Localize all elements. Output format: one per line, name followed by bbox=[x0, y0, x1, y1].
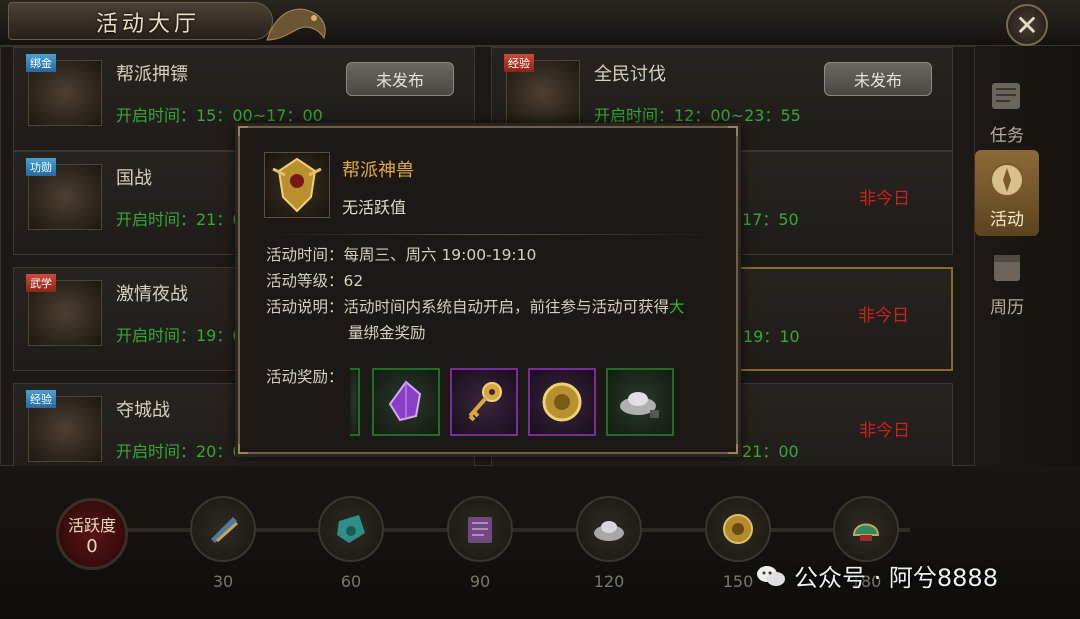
frame-corner bbox=[728, 444, 738, 454]
popup-time-row: 活动时间：每周三、周六 19:00-19:10 bbox=[266, 242, 536, 268]
sidebar: 任务 活动 周历 bbox=[975, 46, 1080, 466]
activity-tag: 武学 bbox=[26, 274, 56, 292]
reward-chest-120[interactable] bbox=[576, 496, 642, 562]
jade-stone-icon bbox=[337, 515, 365, 543]
desc-highlight: 大 bbox=[669, 298, 685, 316]
activity-time: 开启时间：15：00~17：00 bbox=[116, 106, 323, 125]
reward-chest-180[interactable] bbox=[833, 496, 899, 562]
popup-desc-row: 活动说明：活动时间内系统自动开启，前往参与活动可获得大 bbox=[266, 294, 716, 320]
activity-time: 19：10 bbox=[743, 327, 800, 346]
status-not-today: 非今日 bbox=[858, 306, 909, 326]
activity-name: 帮派押镖 bbox=[116, 64, 188, 85]
milestone-value: 60 bbox=[340, 572, 362, 591]
activity-name: 国战 bbox=[116, 168, 152, 189]
activity-time: 开启时间：12：00~23：55 bbox=[594, 106, 801, 125]
page-title: 活动大厅 bbox=[96, 12, 201, 37]
golden-key-icon bbox=[468, 382, 502, 422]
desc-label: 活动说明： bbox=[266, 298, 344, 316]
activity-tag: 绑金 bbox=[26, 54, 56, 72]
reward-chest-60[interactable] bbox=[318, 496, 384, 562]
milestone-value: 90 bbox=[469, 572, 491, 591]
tab-activity[interactable]: 活动 bbox=[975, 150, 1039, 236]
tab-task[interactable]: 任务 bbox=[975, 66, 1039, 152]
tab-label: 活动 bbox=[990, 210, 1024, 230]
silver-ingot-lock-icon bbox=[620, 392, 659, 418]
reward-slot[interactable] bbox=[528, 368, 596, 436]
activity-time: 开启时间：21：0 bbox=[116, 210, 243, 229]
reward-chest-90[interactable] bbox=[447, 496, 513, 562]
activity-name: 夺城战 bbox=[116, 400, 170, 421]
reward-slot[interactable] bbox=[450, 368, 518, 436]
popup-activity-points: 无活跃值 bbox=[342, 198, 407, 217]
calendar-scroll-icon bbox=[994, 255, 1020, 281]
activity-tag: 功勋 bbox=[26, 158, 56, 176]
reward-chest-30[interactable] bbox=[190, 496, 256, 562]
dragon-ornament-icon bbox=[266, 8, 326, 41]
gold-medal-icon bbox=[723, 514, 753, 544]
activity-points-badge: 活跃度 0 bbox=[56, 498, 128, 570]
activity-time: 21：00 bbox=[742, 442, 799, 461]
desc-highlight-cont: 量绑金奖励 bbox=[348, 324, 426, 342]
compass-icon bbox=[990, 163, 1024, 197]
milestone-value: 120 bbox=[593, 572, 625, 591]
status-not-today: 非今日 bbox=[859, 189, 910, 209]
activity-name: 全民讨伐 bbox=[594, 64, 666, 85]
activity-time: 开启时间：19：0 bbox=[116, 326, 243, 345]
activity-detail-popup[interactable]: 帮派神兽 无活跃值 活动时间：每周三、周六 19:00-19:10 活动等级：6… bbox=[238, 126, 738, 454]
tab-label: 周历 bbox=[990, 298, 1024, 318]
unpublished-button[interactable]: 未发布 bbox=[346, 62, 454, 96]
scroll-quill-icon bbox=[992, 83, 1020, 109]
reward-slot[interactable] bbox=[372, 368, 440, 436]
reward-slot[interactable] bbox=[606, 368, 674, 436]
activity-time: 开启时间：20：0 bbox=[116, 442, 243, 461]
frame-corner bbox=[238, 444, 248, 454]
activity-progress-bar: 活跃度 0 30 60 90 120 150 180 bbox=[0, 466, 1080, 619]
green-helmet-icon bbox=[852, 523, 880, 541]
purple-crystal-icon bbox=[388, 380, 422, 422]
frame-corner bbox=[728, 126, 738, 136]
purple-scroll-icon bbox=[468, 517, 492, 543]
activity-name: 激情夜战 bbox=[116, 284, 188, 305]
reward-slot-partial[interactable] bbox=[350, 368, 360, 436]
level-label: 活动等级： bbox=[266, 272, 344, 290]
gold-medallion-icon bbox=[542, 382, 582, 422]
watermark-text: 公众号 · 阿兮8888 bbox=[794, 564, 998, 592]
silver-ingot-icon bbox=[594, 521, 624, 541]
tab-weekly[interactable]: 周历 bbox=[975, 238, 1039, 324]
divine-beast-emblem-icon bbox=[264, 152, 330, 218]
desc-value: 活动时间内系统自动开启，前往参与活动可获得 bbox=[343, 298, 670, 316]
activity-tag: 经验 bbox=[504, 54, 534, 72]
milestone-value: 30 bbox=[212, 572, 234, 591]
wechat-icon bbox=[757, 565, 785, 586]
time-label: 活动时间： bbox=[266, 246, 344, 264]
frame-corner bbox=[238, 126, 248, 136]
activity-tag: 经验 bbox=[26, 390, 56, 408]
level-value: 62 bbox=[343, 272, 364, 290]
popup-activity-name: 帮派神兽 bbox=[342, 160, 414, 181]
divider bbox=[260, 234, 720, 235]
popup-level-row: 活动等级：62 bbox=[266, 268, 363, 294]
status-not-today: 非今日 bbox=[859, 421, 910, 441]
top-bar: 活动大厅 ✕ bbox=[0, 0, 1080, 46]
close-button[interactable]: ✕ bbox=[1006, 4, 1048, 46]
reward-chest-150[interactable] bbox=[705, 496, 771, 562]
scrolls-icon bbox=[211, 517, 239, 543]
activity-points-label: 活跃度 bbox=[67, 515, 116, 535]
reward-label: 活动奖励： bbox=[266, 368, 344, 386]
tab-label: 任务 bbox=[990, 126, 1024, 146]
time-value: 每周三、周六 19:00-19:10 bbox=[343, 246, 537, 264]
unpublished-button[interactable]: 未发布 bbox=[824, 62, 932, 96]
watermark: 公众号 · 阿兮8888 bbox=[756, 558, 998, 593]
activity-time: 17：50 bbox=[742, 210, 799, 229]
activity-points-value: 0 bbox=[86, 535, 98, 557]
